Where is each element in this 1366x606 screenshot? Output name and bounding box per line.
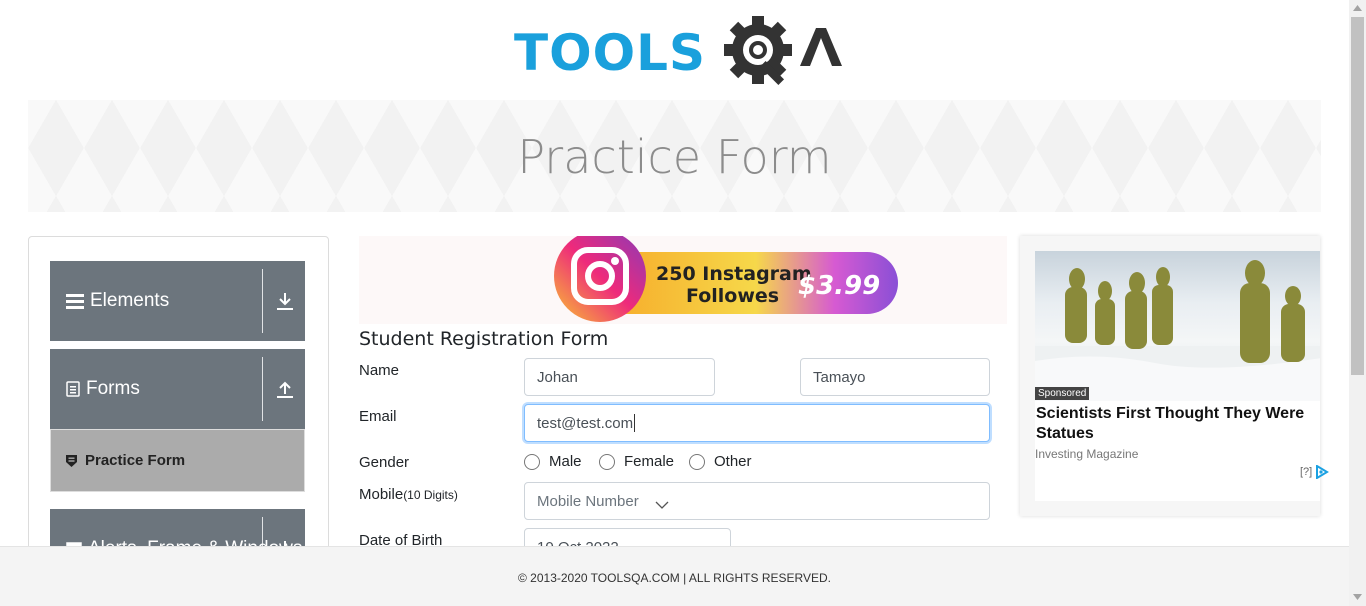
mobile-placeholder: Mobile Number (537, 492, 639, 510)
email-value: test@test.com (537, 414, 634, 432)
page-title: Practice Form (517, 130, 832, 184)
download-arrow-icon (276, 291, 294, 317)
gender-label: Gender (359, 454, 410, 471)
last-name-input[interactable]: Tamayo (800, 358, 990, 396)
document-icon (66, 381, 80, 397)
radio-circle[interactable] (599, 453, 615, 470)
sponsored-badge: Sponsored (1035, 387, 1090, 400)
radio-circle[interactable] (689, 453, 705, 470)
chevron-down-icon (655, 501, 669, 509)
footer-copyright: © 2013-2020 TOOLSQA.COM | ALL RIGHTS RES… (518, 571, 831, 585)
gender-radio-female[interactable]: Female (599, 453, 674, 470)
ad-source[interactable]: Investing Magazine (1035, 447, 1138, 461)
first-name-input[interactable]: Johan (524, 358, 715, 396)
logo-text: TOOLS (514, 24, 706, 82)
sidebar-item-label: Practice Form (85, 452, 186, 469)
mobile-label-hint: (10 Digits) (403, 488, 458, 502)
divider (262, 357, 263, 421)
promo-line1: 250 Instagram (656, 263, 812, 285)
sidebar-group-elements[interactable]: Elements (50, 261, 305, 341)
mobile-label: Mobile(10 Digits) (359, 486, 458, 503)
upload-arrow-icon (276, 379, 294, 405)
sponsored-ad[interactable] (1020, 236, 1320, 516)
gear-search-logo-icon (724, 16, 842, 86)
footer: © 2013-2020 TOOLSQA.COM | ALL RIGHTS RES… (0, 546, 1349, 606)
scrollbar-thumb[interactable] (1351, 17, 1364, 375)
ad-image[interactable] (1035, 251, 1320, 401)
radio-label: Female (624, 453, 675, 470)
email-label: Email (359, 408, 397, 425)
scroll-down-arrow-icon[interactable] (1353, 594, 1362, 600)
adchoices-icon (1315, 465, 1330, 479)
toolsqa-logo[interactable]: TOOLS (514, 14, 844, 90)
ad-headline[interactable]: Scientists First Thought They Were Statu… (1036, 404, 1326, 444)
radio-circle[interactable] (524, 453, 540, 470)
shield-list-icon (65, 454, 78, 468)
sidebar-group-label: Elements (90, 290, 170, 311)
sidebar-group-forms[interactable]: Forms (50, 349, 305, 429)
email-input[interactable]: test@test.com (524, 404, 990, 442)
mobile-label-text: Mobile (359, 486, 404, 503)
radio-label: Male (549, 453, 582, 470)
mobile-input[interactable]: Mobile Number (524, 482, 990, 520)
form-title: Student Registration Form (359, 328, 609, 350)
gender-radio-other[interactable]: Other (689, 453, 752, 470)
radio-label: Other (714, 453, 752, 470)
vertical-scrollbar[interactable] (1349, 0, 1366, 606)
sidebar: Elements Forms Practice Form (28, 236, 329, 569)
promo-price: $3.99 (798, 271, 880, 301)
ad-choices-label: [?] (1300, 466, 1313, 478)
sidebar-item-practice-form[interactable]: Practice Form (50, 429, 305, 492)
text-cursor (634, 414, 636, 432)
divider (262, 269, 263, 333)
name-label: Name (359, 362, 400, 379)
page-banner: Practice Form (28, 100, 1321, 212)
scroll-up-arrow-icon[interactable] (1353, 5, 1362, 11)
ad-choices[interactable]: [?] (1300, 465, 1330, 479)
hamburger-icon (66, 293, 84, 309)
instagram-promo-banner[interactable]: 250 Instagram Followes $3.99 (552, 236, 900, 324)
gender-radio-male[interactable]: Male (524, 453, 582, 470)
promo-line2: Followes (686, 285, 779, 307)
sidebar-group-label: Forms (86, 378, 140, 399)
